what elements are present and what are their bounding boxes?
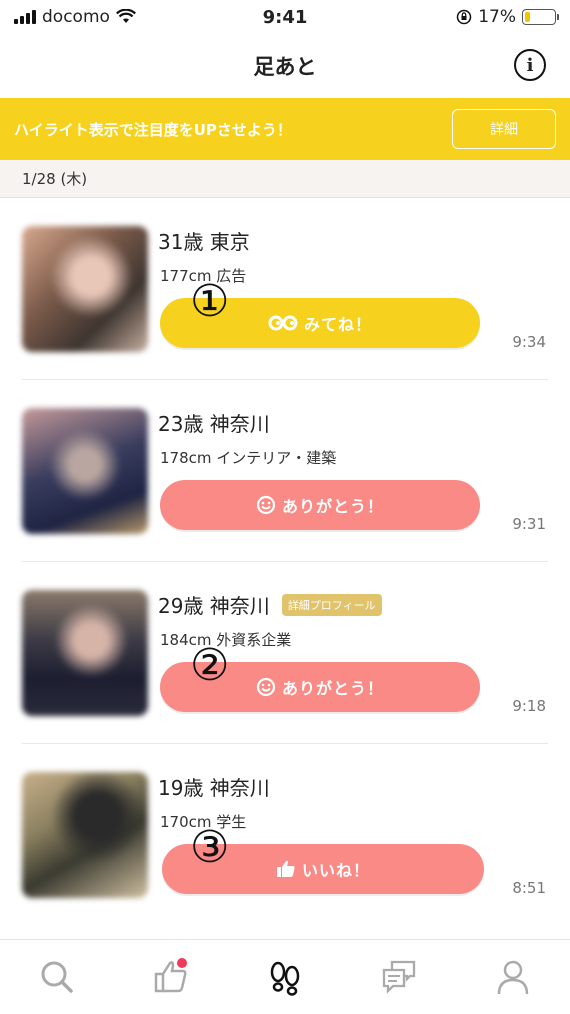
list-item[interactable]: 29歳 神奈川 詳細プロフィール 184cm 外資系企業 ありがとう！ ② 9:… bbox=[22, 562, 548, 744]
wifi-icon bbox=[115, 9, 136, 23]
status-time: 9:41 bbox=[262, 6, 308, 28]
age-location: 23歳 神奈川 bbox=[158, 412, 270, 436]
tab-footprints[interactable] bbox=[228, 940, 342, 1014]
thumbs-up-icon bbox=[276, 860, 295, 877]
avatar[interactable] bbox=[22, 226, 148, 352]
profile-summary: 19歳 神奈川 bbox=[158, 772, 270, 801]
battery-percent: 17% bbox=[478, 7, 516, 27]
orientation-lock-icon bbox=[456, 9, 472, 25]
age-location: 29歳 神奈川 bbox=[158, 594, 270, 618]
tab-profile[interactable] bbox=[456, 940, 570, 1014]
avatar[interactable] bbox=[22, 772, 148, 898]
smile-icon bbox=[256, 495, 276, 515]
profile-summary: 29歳 神奈川 詳細プロフィール bbox=[158, 590, 382, 619]
footprints-icon bbox=[270, 961, 300, 996]
date-header: 1/28 (木) bbox=[0, 160, 570, 198]
tab-bar bbox=[0, 939, 570, 1014]
profile-summary: 23歳 神奈川 bbox=[158, 408, 270, 437]
button-label: ありがとう！ bbox=[281, 679, 384, 698]
highlight-banner[interactable]: ハイライト表示で注目度をUPさせよう！ 詳細 bbox=[0, 98, 570, 160]
messages-icon bbox=[382, 960, 416, 994]
avatar[interactable] bbox=[22, 590, 148, 716]
details-button[interactable]: 詳細 bbox=[452, 109, 556, 149]
smile-icon bbox=[256, 677, 276, 697]
thanks-button[interactable]: ありがとう！ bbox=[160, 480, 480, 530]
list-item[interactable]: 19歳 神奈川 170cm 学生 いいね！ ③ 8:51 bbox=[22, 744, 548, 926]
annotation-marker: ② bbox=[190, 640, 230, 691]
status-left: docomo bbox=[14, 7, 214, 27]
carrier-label: docomo bbox=[42, 7, 110, 27]
visit-time: 9:34 bbox=[512, 333, 546, 351]
info-icon: i bbox=[526, 54, 534, 76]
nav-bar: 足あと i bbox=[0, 34, 570, 98]
notification-dot bbox=[177, 958, 187, 968]
height-occupation: 178cm インテリア・建築 bbox=[160, 449, 337, 467]
button-label: みてね！ bbox=[303, 315, 372, 334]
battery-fill bbox=[525, 12, 530, 22]
age-location: 19歳 神奈川 bbox=[158, 776, 270, 800]
battery-icon bbox=[522, 9, 559, 25]
signal-icon bbox=[14, 10, 36, 24]
list-item[interactable]: 23歳 神奈川 178cm インテリア・建築 ありがとう！ 9:31 bbox=[22, 380, 548, 562]
annotation-marker: ① bbox=[190, 276, 230, 327]
annotation-marker: ③ bbox=[190, 822, 230, 873]
profile-summary: 31歳 東京 bbox=[158, 226, 250, 255]
tab-messages[interactable] bbox=[342, 940, 456, 1014]
profile-icon bbox=[497, 960, 529, 995]
status-bar: docomo 9:41 17% bbox=[0, 0, 570, 34]
visit-time: 8:51 bbox=[512, 879, 546, 897]
infinity-eyes-icon bbox=[268, 315, 298, 331]
page-title: 足あと bbox=[253, 55, 317, 79]
banner-text: ハイライト表示で注目度をUPさせよう！ bbox=[14, 120, 292, 139]
button-label: ありがとう！ bbox=[281, 497, 384, 516]
tab-search[interactable] bbox=[0, 940, 114, 1014]
avatar[interactable] bbox=[22, 408, 148, 534]
age-location: 31歳 東京 bbox=[158, 230, 250, 254]
status-right: 17% bbox=[356, 7, 559, 27]
info-button[interactable]: i bbox=[514, 49, 546, 81]
visit-time: 9:18 bbox=[512, 697, 546, 715]
tab-likes[interactable] bbox=[114, 940, 228, 1014]
search-icon bbox=[41, 961, 73, 993]
list-item[interactable]: 31歳 東京 177cm 広告 みてね！ ① 9:34 bbox=[22, 198, 548, 380]
button-label: いいね！ bbox=[301, 861, 370, 880]
detailed-profile-badge: 詳細プロフィール bbox=[281, 593, 382, 616]
footprint-list: 31歳 東京 177cm 広告 みてね！ ① 9:34 23歳 神奈川 178c… bbox=[0, 198, 570, 926]
visit-time: 9:31 bbox=[512, 515, 546, 533]
